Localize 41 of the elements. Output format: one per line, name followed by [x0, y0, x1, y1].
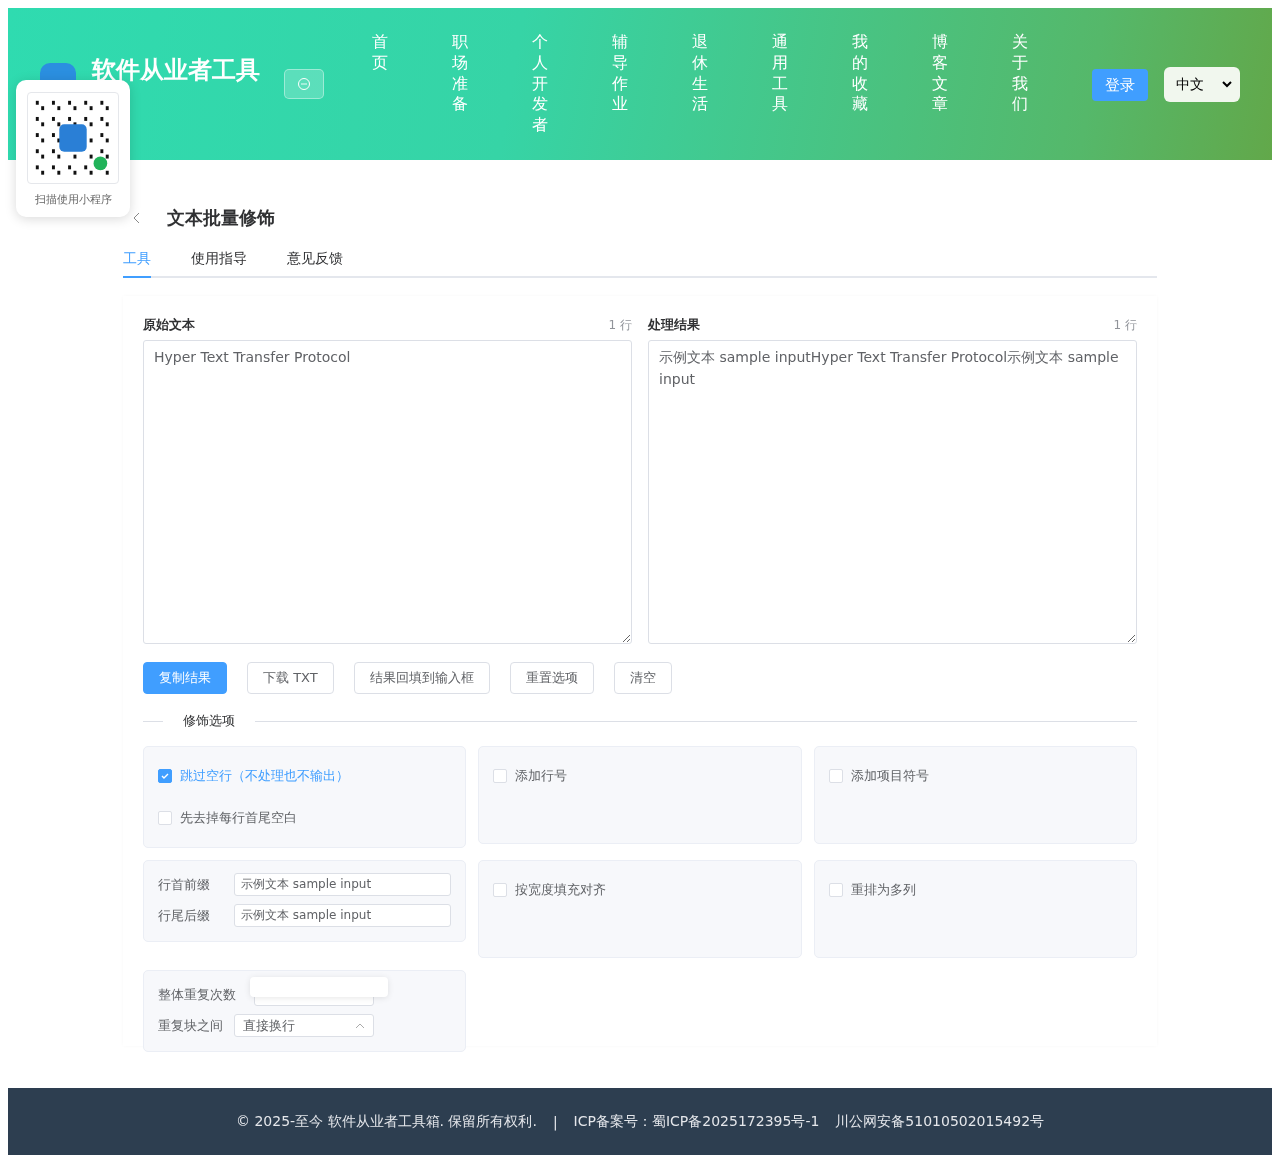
- back-icon[interactable]: [133, 212, 141, 224]
- tab[interactable]: 使用指导: [191, 250, 247, 278]
- police-record-link[interactable]: 川公网安备51010502015492号: [835, 1112, 1045, 1131]
- language-select[interactable]: 中文: [1163, 67, 1240, 102]
- checkbox-option[interactable]: 添加行号: [493, 767, 787, 785]
- field-label: 重复块之间: [158, 1016, 224, 1035]
- field-label: 整体重复次数: [158, 985, 236, 1004]
- input-textarea[interactable]: Hyper Text Transfer Protocol: [143, 340, 632, 644]
- qr-caption: 扫描使用小程序: [34, 192, 112, 207]
- field-label: 行尾后缀: [158, 906, 211, 925]
- line-count: 1 行: [1113, 316, 1137, 334]
- output-textarea[interactable]: 示例文本 sample inputHyper Text Transfer Protocol示例文本 sample input: [648, 340, 1137, 644]
- checkbox-option[interactable]: 按宽度填充对齐: [493, 881, 787, 899]
- line-count: 1 行: [608, 316, 632, 334]
- checkmark-icon: [160, 771, 170, 781]
- action-button[interactable]: 结果回填到输入框: [353, 662, 490, 694]
- separator-text: |: [552, 1113, 558, 1130]
- select-field[interactable]: 直接换行: [234, 1014, 374, 1037]
- panel-label: 处理结果: [648, 316, 700, 334]
- copyright-text: © 2025-至今 软件从业者工具箱. 保留所有权利.: [235, 1112, 537, 1131]
- action-button[interactable]: 下载 TXT: [247, 662, 334, 694]
- input-field[interactable]: 示例文本 sample input: [234, 873, 451, 896]
- section-title: 修饰选项: [182, 712, 236, 730]
- tab[interactable]: 意见反馈: [287, 250, 343, 278]
- action-button[interactable]: 重置选项: [509, 662, 594, 694]
- field-label: 行首前缀: [158, 875, 211, 894]
- checkbox[interactable]: [158, 769, 172, 783]
- page-title: 文本批量修饰: [167, 206, 275, 230]
- checkbox-option[interactable]: 先去掉每行首尾空白: [158, 809, 452, 827]
- checkbox-option[interactable]: 添加项目符号: [828, 767, 1122, 785]
- chat-bubble-icon: [297, 77, 312, 91]
- chat-button[interactable]: [284, 69, 324, 99]
- panel-label: 原始文本: [143, 316, 195, 334]
- chevron-down-icon: [1222, 81, 1232, 88]
- input-field[interactable]: 示例文本 sample input: [234, 904, 451, 927]
- checkbox-option[interactable]: 重排为多列: [828, 881, 1122, 899]
- site-title: 软件从业者工具: [92, 55, 261, 86]
- icp-link[interactable]: ICP备案号：蜀ICP备2025172395号-1: [573, 1112, 820, 1131]
- qr-code-icon: [27, 92, 119, 184]
- chevron-up-icon: [355, 1022, 365, 1029]
- action-button[interactable]: 清空: [613, 662, 672, 694]
